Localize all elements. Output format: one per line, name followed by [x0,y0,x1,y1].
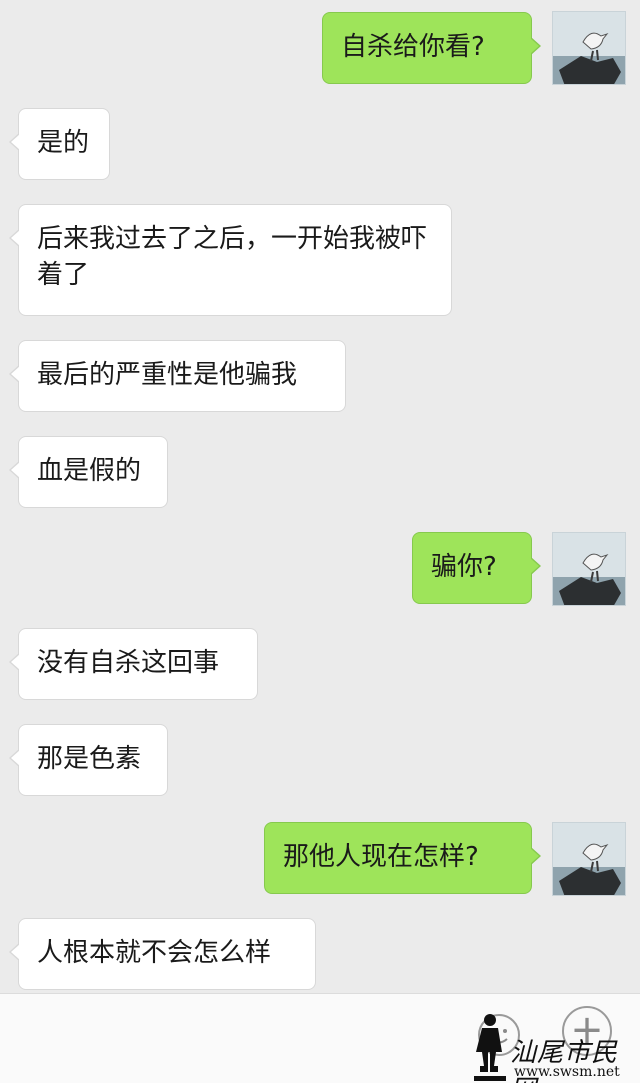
watermark-url: www.swsm.net [514,1064,620,1080]
seagull-avatar-icon [553,12,625,84]
message-bubble-sent[interactable]: 那他人现在怎样? [264,822,541,894]
message-bubble-received[interactable]: 那是色素 [9,724,168,796]
message-text: 后来我过去了之后，一开始我被吓着了 [37,224,428,290]
chat-screen: 自杀给你看? 是的 后来我过去了之后，一开始我被吓着了 最后的严重性是他骗我 血… [0,0,640,1083]
message-text: 人根本就不会怎么样 [37,938,272,968]
message-bubble-received[interactable]: 后来我过去了之后，一开始我被吓着了 [9,204,452,316]
seagull-avatar-icon [553,533,625,605]
message-text: 最后的严重性是他骗我 [37,360,298,390]
message-list[interactable]: 自杀给你看? 是的 后来我过去了之后，一开始我被吓着了 最后的严重性是他骗我 血… [0,0,640,993]
seagull-avatar-icon [553,823,625,895]
message-text: 自杀给你看? [341,32,485,62]
watermark: 汕尾市民网 www.swsm.net [470,1010,640,1083]
message-text: 骗你? [431,552,497,582]
message-text: 那他人现在怎样? [283,842,479,872]
message-text: 是的 [37,128,90,158]
user-avatar[interactable] [552,11,626,85]
user-avatar[interactable] [552,822,626,896]
message-bubble-received[interactable]: 最后的严重性是他骗我 [9,340,346,412]
message-bubble-sent[interactable]: 骗你? [412,532,541,604]
message-text: 那是色素 [37,744,142,774]
message-bubble-sent[interactable]: 自杀给你看? [322,12,541,84]
message-bubble-received[interactable]: 人根本就不会怎么样 [9,918,316,990]
user-avatar[interactable] [552,532,626,606]
message-bubble-received[interactable]: 没有自杀这回事 [9,628,258,700]
message-bubble-received[interactable]: 是的 [9,108,110,180]
person-silhouette-icon [474,1014,506,1081]
message-text: 没有自杀这回事 [37,648,220,678]
message-text: 血是假的 [37,456,142,486]
message-bubble-received[interactable]: 血是假的 [9,436,168,508]
